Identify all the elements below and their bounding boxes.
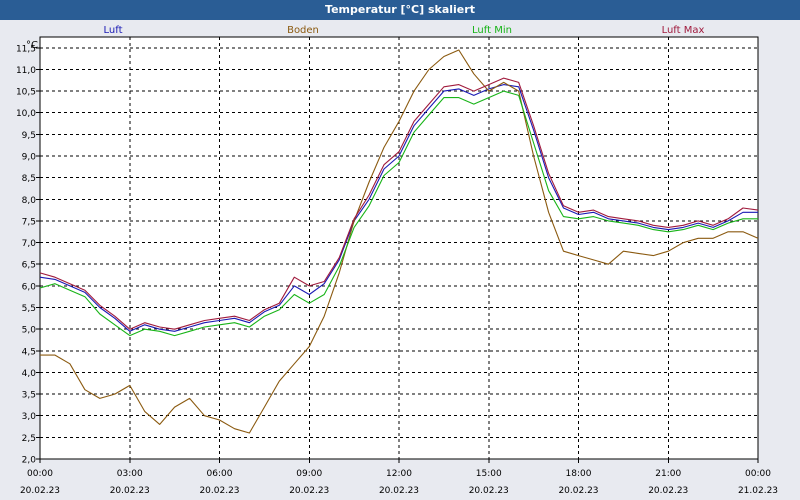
x-tick-time-label: 06:00	[207, 469, 233, 479]
x-tick-date-label: 20.02.23	[20, 486, 60, 496]
y-tick-label: 11,0	[16, 66, 36, 76]
legend-item-boden: Boden	[287, 25, 319, 36]
y-tick-label: 3,5	[22, 391, 36, 401]
x-tick-date-label: 20.02.23	[648, 486, 688, 496]
x-tick-date-label: 20.02.23	[199, 486, 239, 496]
x-tick-date-label: 20.02.23	[469, 486, 509, 496]
legend-item-luft-min: Luft Min	[472, 25, 512, 36]
x-tick-time-label: 03:00	[117, 469, 143, 479]
y-tick-label: 9,5	[22, 131, 36, 141]
legend-item-luft-max: Luft Max	[662, 25, 705, 36]
x-tick-date-label: 20.02.23	[110, 486, 150, 496]
x-tick-time-label: 18:00	[566, 469, 592, 479]
y-tick-label: 2,0	[22, 456, 37, 466]
x-tick-time-label: 00:00	[27, 469, 53, 479]
x-tick-time-label: 09:00	[296, 469, 322, 479]
y-tick-label: 6,0	[22, 282, 37, 292]
window-title: Temperatur [°C] skaliert	[0, 0, 800, 20]
y-tick-label: 8,5	[22, 174, 36, 184]
x-tick-time-label: 21:00	[655, 469, 681, 479]
y-tick-label: 4,5	[22, 347, 36, 357]
x-tick-time-label: 15:00	[476, 469, 502, 479]
y-tick-label: 2,5	[22, 434, 36, 444]
y-tick-label: 10,5	[16, 88, 36, 98]
temperature-chart: 2,0 2,5 3,0 3,5 4,0 4,5 5,0 5,5 6,0 6,5 7,0 7,5 8,0 8…	[16, 25, 778, 496]
chart-window: Temperatur [°C] skaliert 2,0 2,5 3,0 3,5 4,0…	[0, 0, 800, 500]
x-axis: 00:00 20.02.23 03:00 20.02.23 06:00 20.02.23 0…	[20, 459, 778, 496]
y-tick-label: 8,0	[22, 196, 37, 206]
y-tick-label: 9,0	[22, 153, 37, 163]
legend-item-luft: Luft	[104, 25, 123, 36]
x-tick-date-label: 20.02.23	[289, 486, 329, 496]
x-tick-time-label: 00:00	[745, 469, 771, 479]
y-tick-label: 6,5	[22, 261, 36, 271]
y-axis: 2,0 2,5 3,0 3,5 4,0 4,5 5,0 5,5 6,0 6,5 7,0 7,5 8,0 8…	[16, 44, 40, 466]
x-tick-time-label: 12:00	[386, 469, 412, 479]
y-tick-label: 3,0	[22, 412, 37, 422]
legend: Luft Boden Luft Min Luft Max	[104, 25, 705, 36]
y-tick-label: 7,0	[22, 239, 37, 249]
y-tick-label: 10,0	[16, 109, 36, 119]
x-tick-date-label: 21.02.23	[738, 486, 778, 496]
x-tick-date-label: 20.02.23	[379, 486, 419, 496]
y-tick-label: 5,5	[22, 304, 36, 314]
x-tick-date-label: 20.02.23	[558, 486, 598, 496]
y-tick-label: 5,0	[22, 326, 37, 336]
y-tick-label: 4,0	[22, 369, 37, 379]
y-axis-unit-label: °C	[26, 40, 38, 51]
y-tick-label: 7,5	[22, 217, 36, 227]
